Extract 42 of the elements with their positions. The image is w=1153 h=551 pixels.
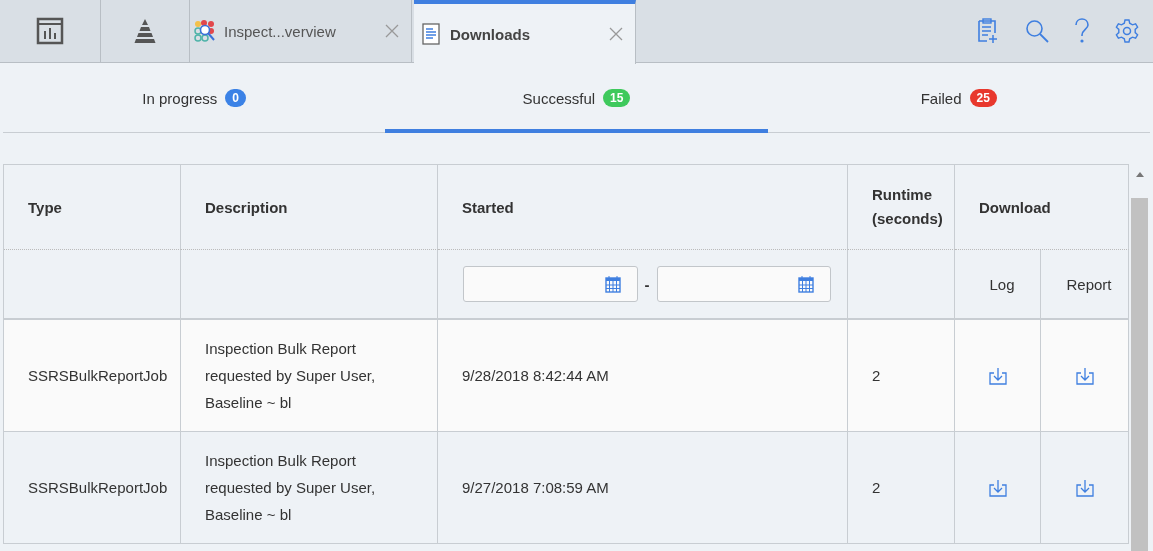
close-icon[interactable] bbox=[609, 27, 623, 41]
app-icon bbox=[194, 20, 216, 42]
scroll-up-icon[interactable] bbox=[1135, 170, 1145, 178]
table-cell: 2 bbox=[848, 432, 955, 544]
table-cell: Inspection Bulk Report requested by Super User, Baseline ~ bl bbox=[181, 432, 438, 544]
help-icon[interactable] bbox=[1074, 18, 1090, 44]
download-icon[interactable] bbox=[988, 366, 1007, 385]
column-header: Runtime (seconds) bbox=[848, 165, 955, 250]
download-icon[interactable] bbox=[1075, 478, 1094, 497]
table-cell: Inspection Bulk Report requested by Super User, Baseline ~ bl bbox=[181, 320, 438, 432]
count-badge: 25 bbox=[969, 89, 997, 107]
column-header: Download bbox=[955, 165, 1129, 250]
table-cell: 2 bbox=[848, 320, 955, 432]
column-header: Type bbox=[4, 165, 181, 250]
download-icon[interactable] bbox=[988, 478, 1007, 497]
column-header: Description bbox=[181, 165, 438, 250]
close-icon[interactable] bbox=[385, 24, 399, 38]
status-tab[interactable]: Failed 25 bbox=[767, 63, 1150, 133]
search-icon[interactable] bbox=[1025, 19, 1049, 43]
document-icon bbox=[422, 23, 440, 45]
status-tab[interactable]: Successful 15 bbox=[385, 63, 768, 133]
table-cell: 9/28/2018 8:42:44 AM bbox=[438, 320, 848, 432]
table-cell: 9/27/2018 7:08:59 AM bbox=[438, 432, 848, 544]
status-tab[interactable]: In progress 0 bbox=[3, 63, 386, 133]
column-header: Started bbox=[438, 165, 848, 250]
count-badge: 0 bbox=[225, 89, 247, 107]
table-cell: SSRSBulkReportJob bbox=[4, 320, 181, 432]
range-separator: - bbox=[644, 275, 650, 293]
settings-icon[interactable] bbox=[1115, 19, 1139, 43]
calendar-icon[interactable] bbox=[798, 275, 814, 293]
count-badge: 15 bbox=[603, 89, 631, 107]
report-icon bbox=[36, 17, 64, 45]
app-tab[interactable]: Downloads bbox=[414, 0, 636, 64]
table-cell: SSRSBulkReportJob bbox=[4, 432, 181, 544]
column-header: Log bbox=[955, 250, 1041, 320]
clipboard-add-icon[interactable] bbox=[976, 18, 1000, 44]
date-field[interactable] bbox=[463, 266, 638, 302]
download-icon[interactable] bbox=[1075, 366, 1094, 385]
date-field[interactable] bbox=[656, 266, 831, 302]
scrollbar-thumb[interactable] bbox=[1131, 198, 1148, 551]
calendar-icon[interactable] bbox=[604, 275, 621, 293]
column-header: Report bbox=[1041, 250, 1129, 320]
